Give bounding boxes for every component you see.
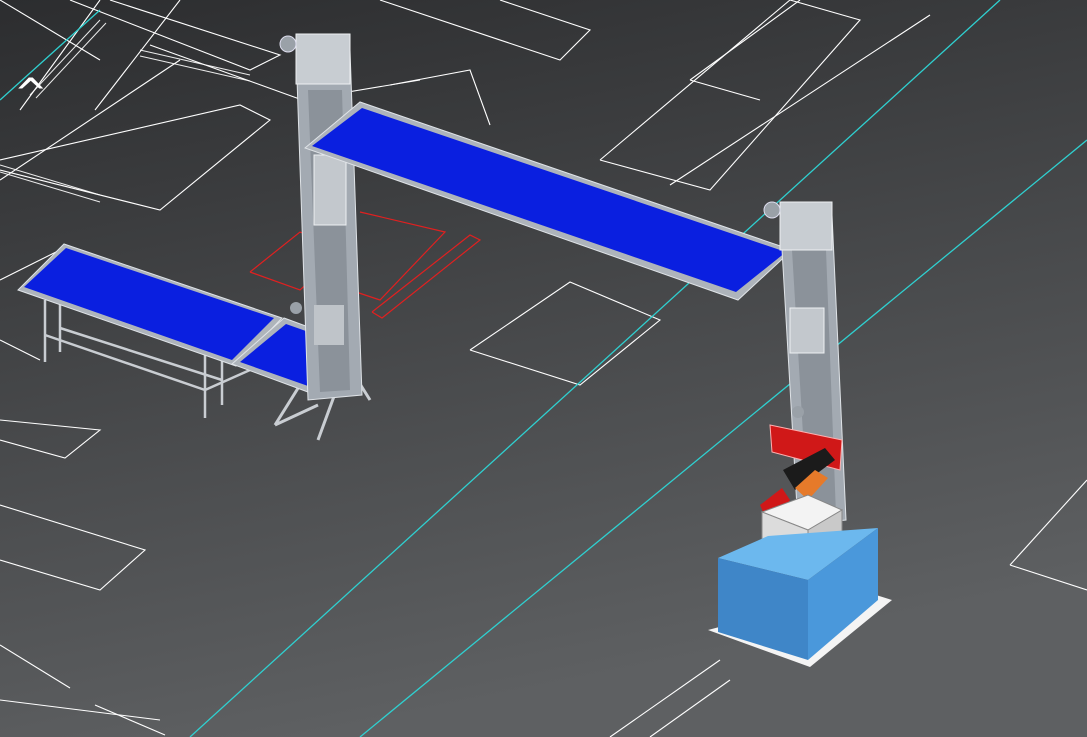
left-tower-head [295,33,351,85]
left-tower-carriage [313,154,347,226]
scene-canvas[interactable] [0,0,1087,737]
viewport-background [0,0,1087,737]
cad-3d-viewport[interactable]: ^ [0,0,1087,737]
right-tower-head [779,201,833,251]
right-tower-motor-icon [763,201,781,219]
right-tower-carriage [789,307,825,354]
left-tower-motor-icon [279,35,297,53]
